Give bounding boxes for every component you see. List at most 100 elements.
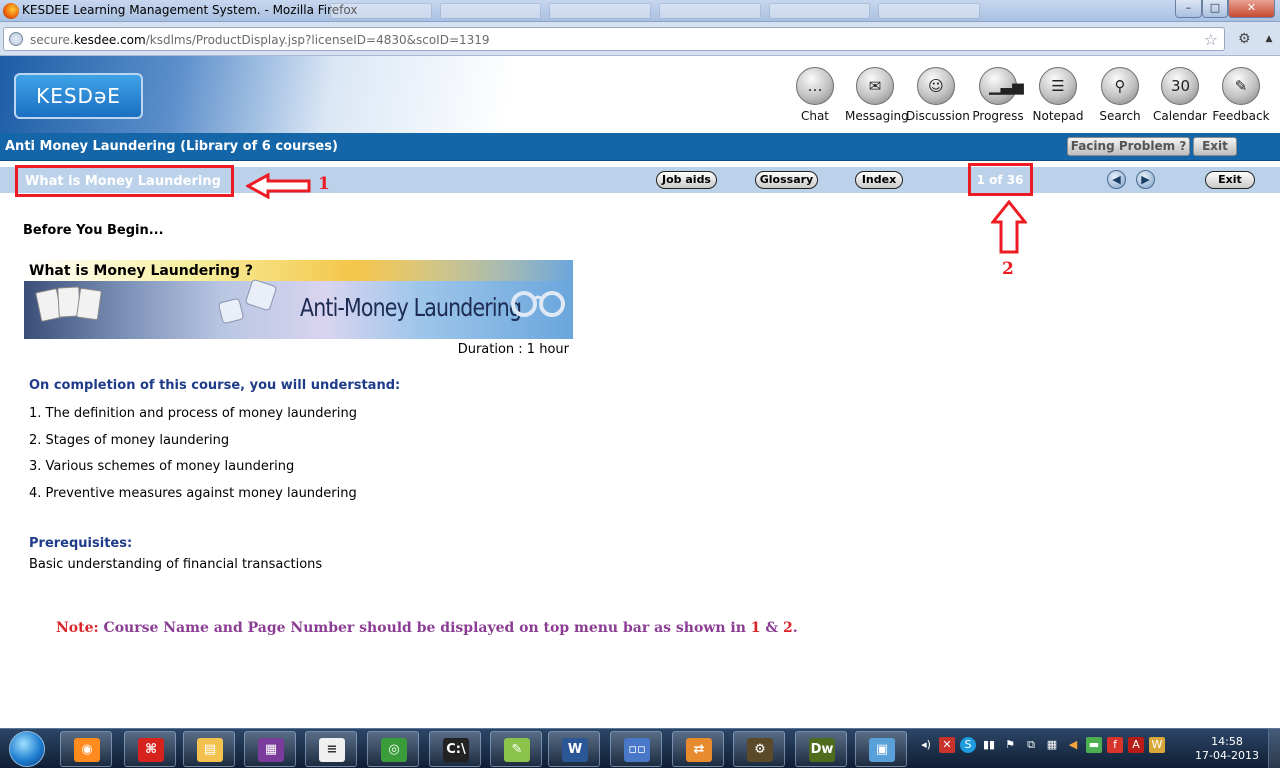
address-url[interactable]: secure.kesdee.com/ksdlms/ProductDisplay.…	[30, 33, 490, 47]
editplus-icon: ✎	[504, 738, 530, 762]
tray-bars-icon[interactable]: ▮▮	[981, 737, 997, 753]
notepad-tool-button[interactable]: ☰ Notepad	[1028, 67, 1088, 123]
course-title: Anti Money Laundering (Library of 6 cour…	[5, 139, 338, 154]
annotation-arrow-up-icon	[991, 200, 1027, 254]
word-icon: W	[562, 738, 588, 762]
window-title: KESDEE Learning Management System. - Moz…	[22, 3, 358, 17]
windows-taskbar: ◉ ⌘ ▤ ▦ ≡ ◎ C:\ ✎ W ▫▫ ⇄ ⚙ Dw ▣ ◂) ✕ S ▮▮ ⚑ ⧉ ▦ ◀ ▬ f…	[0, 728, 1280, 768]
show-desktop-button[interactable]	[1268, 729, 1280, 768]
address-bar[interactable]: secure.kesdee.com/ksdlms/ProductDisplay.…	[3, 27, 1225, 51]
navigation-toolbar: secure.kesdee.com/ksdlms/ProductDisplay.…	[0, 22, 1280, 56]
addon-icon[interactable]: ⚙	[1238, 31, 1251, 47]
start-button[interactable]	[5, 731, 49, 767]
background-windows	[330, 3, 981, 19]
acrobat-tray-icon[interactable]: A	[1128, 737, 1144, 753]
taskbar-transfer-button[interactable]: ⇄	[672, 731, 724, 767]
taskbar-editplus-button[interactable]: ✎	[490, 731, 542, 767]
course-banner: What is Money Laundering ? Anti-Money La…	[24, 260, 573, 339]
skype-icon[interactable]: S	[960, 737, 976, 753]
acrobat-icon: ⌘	[138, 738, 164, 762]
annotation-number-two: 2	[1002, 259, 1014, 279]
maximize-button[interactable]: □	[1202, 0, 1228, 18]
taskbar-cmd-button[interactable]: C:\	[429, 731, 481, 767]
chrome-icon: ◎	[381, 738, 407, 762]
dreamweaver-icon: Dw	[809, 738, 835, 762]
background-window	[878, 3, 981, 19]
chat-tool-button[interactable]: … Chat	[785, 67, 845, 123]
tray-app-icon[interactable]: ⧉	[1023, 737, 1039, 753]
minimize-button[interactable]: –	[1175, 0, 1202, 18]
taskbar-winrar-button[interactable]: ▦	[244, 731, 296, 767]
dice-icon	[244, 278, 278, 312]
taskbar-chrome-button[interactable]: ◎	[367, 731, 419, 767]
next-page-arrow-icon[interactable]: ▶	[1136, 170, 1155, 189]
progress-icon: ▁▃▅	[979, 67, 1024, 105]
search-tool-button[interactable]: ⚲ Search	[1090, 67, 1150, 123]
tool-label: Calendar	[1153, 109, 1207, 123]
flash-icon[interactable]: f	[1107, 737, 1123, 753]
background-window	[768, 3, 871, 19]
annotation-number-one: 1	[318, 174, 330, 194]
index-button[interactable]: Index	[855, 171, 903, 189]
previous-page-arrow-icon[interactable]: ◀	[1107, 170, 1126, 189]
banner-caption: What is Money Laundering ?	[29, 263, 253, 279]
handcuffs-icon	[511, 291, 565, 317]
job-aids-button[interactable]: Job aids	[656, 171, 717, 189]
taskbar-notepad-button[interactable]: ≡	[305, 731, 357, 767]
background-window	[439, 3, 542, 19]
background-window	[549, 3, 652, 19]
background-window	[659, 3, 761, 19]
word-tray-icon[interactable]: W	[1149, 737, 1165, 753]
prerequisites-text: Basic understanding of financial transac…	[29, 557, 323, 572]
note-label: Note:	[56, 620, 99, 636]
messaging-tool-button[interactable]: ✉ Messaging	[845, 67, 909, 123]
taskbar-dreamweaver-button[interactable]: Dw	[795, 731, 847, 767]
network-icon[interactable]: ▦	[1044, 737, 1060, 753]
exit-course-button[interactable]: Exit	[1193, 137, 1237, 156]
feedback-tool-button[interactable]: ✎ Feedback	[1211, 67, 1271, 123]
battery-icon[interactable]: ▬	[1086, 737, 1102, 753]
bookmark-star-icon[interactable]: ☆	[1204, 30, 1218, 49]
facing-problem-button[interactable]: Facing Problem ?	[1067, 137, 1190, 156]
messaging-icon: ✉	[856, 67, 894, 105]
clock-time: 14:58	[1211, 735, 1243, 748]
course-bar: Anti Money Laundering (Library of 6 cour…	[0, 133, 1280, 161]
system-clock[interactable]: 14:58 17-04-2013	[1190, 735, 1264, 763]
notepad-icon: ≡	[319, 738, 345, 762]
taskbar-javaee-ide-button[interactable]: ⚙	[733, 731, 785, 767]
playing-card-icon	[76, 287, 102, 321]
discussion-icon: ☺	[917, 67, 955, 105]
tool-label: Search	[1099, 109, 1141, 123]
taskbar-word-button[interactable]: W	[548, 731, 600, 767]
scroll-up-arrow-icon[interactable]: ▲	[1262, 30, 1276, 48]
background-window	[330, 3, 432, 19]
tool-label: Progress	[972, 109, 1024, 123]
calendar-icon: 30	[1161, 67, 1199, 105]
taskbar-acrobat-button[interactable]: ⌘	[124, 731, 176, 767]
volume-icon[interactable]: ◂)	[918, 737, 934, 753]
chat-icon: …	[796, 67, 834, 105]
section-heading: Before You Begin...	[23, 223, 164, 238]
close-button[interactable]: ✕	[1228, 0, 1275, 18]
lms-header: KESDəE … Chat ✉ Messaging ☺ Discussion ▁▃▅ Prog…	[0, 56, 1280, 133]
objectives-list: 1. The definition and process of money l…	[29, 406, 357, 513]
list-item: 2. Stages of money laundering	[29, 432, 230, 448]
site-identity-icon[interactable]	[9, 32, 23, 46]
taskbar-firefox-button[interactable]: ◉	[60, 731, 112, 767]
exit-topic-button[interactable]: Exit	[1205, 171, 1255, 189]
speaker-icon[interactable]: ◀	[1065, 737, 1081, 753]
list-item: 1. The definition and process of money l…	[29, 406, 357, 421]
action-center-flag-icon[interactable]: ⚑	[1002, 737, 1018, 753]
tray-app-icon[interactable]: ✕	[939, 737, 955, 753]
annotation-box-course-name	[15, 165, 234, 197]
firefox-icon	[3, 3, 19, 19]
progress-tool-button[interactable]: ▁▃▅ Progress	[968, 67, 1028, 123]
winrar-icon: ▦	[258, 738, 284, 762]
course-duration: Duration : 1 hour	[457, 342, 569, 357]
calendar-tool-button[interactable]: 30 Calendar	[1150, 67, 1210, 123]
taskbar-explorer-button[interactable]: ▤	[183, 731, 235, 767]
taskbar-photo-viewer-button[interactable]: ▣	[855, 731, 907, 767]
glossary-button[interactable]: Glossary	[755, 171, 818, 189]
taskbar-network-button[interactable]: ▫▫	[610, 731, 662, 767]
discussion-tool-button[interactable]: ☺ Discussion	[906, 67, 970, 123]
